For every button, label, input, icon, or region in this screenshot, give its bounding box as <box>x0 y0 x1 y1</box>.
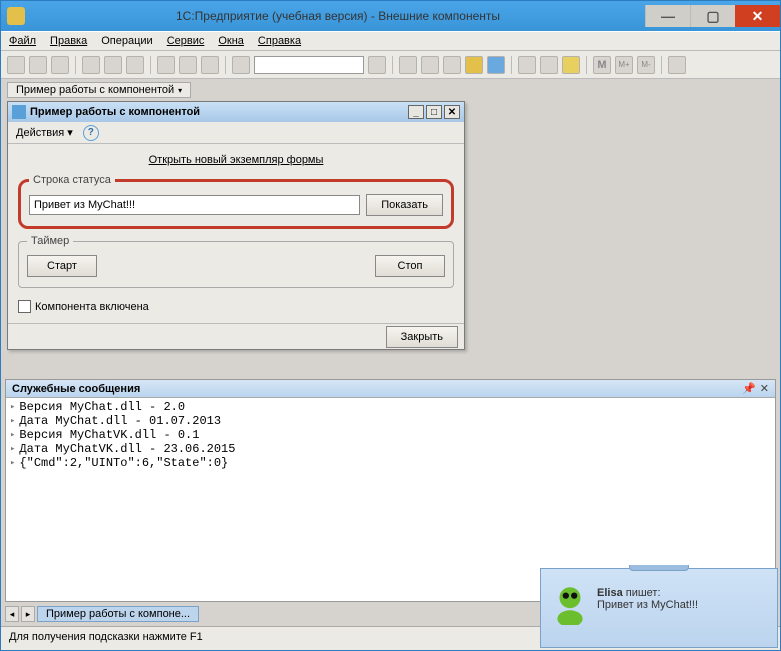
tb-tools-icon[interactable] <box>668 56 686 74</box>
chevron-down-icon: ▾ <box>178 86 182 95</box>
bottom-tab[interactable]: Пример работы с компоне... <box>37 606 199 622</box>
tb-ext1-icon[interactable] <box>399 56 417 74</box>
form-close-button[interactable]: ✕ <box>444 105 460 119</box>
tab-next-icon[interactable]: ▸ <box>21 606 35 622</box>
form-help-icon[interactable]: ? <box>83 125 99 141</box>
tb-undo-icon[interactable] <box>179 56 197 74</box>
tb-redo-icon[interactable] <box>201 56 219 74</box>
titlebar: 1С:Предприятие (учебная версия) - Внешни… <box>1 1 780 31</box>
tb-search-combo[interactable] <box>254 56 364 74</box>
messages-title: Служебные сообщения <box>12 383 140 395</box>
status-text: Для получения подсказки нажмите F1 <box>9 631 203 643</box>
tb-search-icon[interactable] <box>232 56 250 74</box>
status-group-legend: Строка статуса <box>29 174 115 186</box>
tb-calendar-icon[interactable] <box>518 56 536 74</box>
messages-pin-icon[interactable]: 📌 <box>742 382 756 395</box>
tb-copy-icon[interactable] <box>104 56 122 74</box>
form-window: Пример работы с компонентой _ □ ✕ Действ… <box>7 101 465 350</box>
messages-close-icon[interactable]: ✕ <box>760 382 769 395</box>
bottom-tab-strip: ◂ ▸ Пример работы с компоне... <box>5 604 199 624</box>
start-button[interactable]: Старт <box>27 255 97 277</box>
status-group: Строка статуса Показать <box>18 174 454 229</box>
tb-ext2-icon[interactable] <box>421 56 439 74</box>
tb-open-icon[interactable] <box>29 56 47 74</box>
close-form-button[interactable]: Закрыть <box>386 326 458 348</box>
toolbar: M M+ M- <box>1 51 780 79</box>
tb-mminus-icon[interactable]: M- <box>637 56 655 74</box>
tb-help-icon[interactable] <box>487 56 505 74</box>
tb-paste-icon[interactable] <box>126 56 144 74</box>
minimize-button[interactable]: — <box>645 5 690 27</box>
component-enabled-checkbox[interactable] <box>18 300 31 313</box>
toast-verb: пишет: <box>626 587 661 599</box>
mdi-area: Пример работы с компонентой _ □ ✕ Действ… <box>5 101 776 602</box>
tb-warn-icon[interactable] <box>562 56 580 74</box>
tb-ext3-icon[interactable] <box>443 56 461 74</box>
form-titlebar: Пример работы с компонентой _ □ ✕ <box>8 102 464 122</box>
window-title: 1С:Предприятие (учебная версия) - Внешни… <box>31 9 645 23</box>
form-title: Пример работы с компонентой <box>30 106 406 118</box>
form-actions-menu[interactable]: Действия ▾ <box>12 125 77 140</box>
tb-find-icon[interactable] <box>368 56 386 74</box>
message-line: {"Cmd":2,"UINTo":6,"State":0} <box>10 456 771 470</box>
tab-prev-icon[interactable]: ◂ <box>5 606 19 622</box>
form-toolbar: Действия ▾ ? <box>8 122 464 144</box>
menubar: Файл Правка Операции Сервис Окна Справка <box>1 31 780 51</box>
timer-group-legend: Таймер <box>27 235 73 247</box>
tb-new-icon[interactable] <box>7 56 25 74</box>
toast-text: Привет из MyChat!!! <box>597 599 698 611</box>
form-icon <box>12 105 26 119</box>
chat-toast[interactable]: Elisa пишет: Привет из MyChat!!! <box>540 568 778 648</box>
menu-help[interactable]: Справка <box>258 35 301 47</box>
open-new-instance-link[interactable]: Открыть новый экземпляр формы <box>149 154 324 166</box>
component-enabled-label: Компонента включена <box>35 301 149 313</box>
toast-name: Elisa <box>597 587 623 599</box>
tb-cut-icon[interactable] <box>82 56 100 74</box>
message-line: Дата MyChatVK.dll - 23.06.2015 <box>10 442 771 456</box>
show-button[interactable]: Показать <box>366 194 443 216</box>
tb-mplus-icon[interactable]: M+ <box>615 56 633 74</box>
tb-m-icon[interactable]: M <box>593 56 611 74</box>
menu-file[interactable]: Файл <box>9 35 36 47</box>
component-enabled-row: Компонента включена <box>16 294 456 323</box>
document-tab[interactable]: Пример работы с компонентой ▾ <box>7 82 191 98</box>
tb-1c-icon[interactable] <box>465 56 483 74</box>
avatar-icon <box>549 583 591 625</box>
menu-edit[interactable]: Правка <box>50 35 87 47</box>
document-tab-label: Пример работы с компонентой <box>16 84 174 96</box>
toast-grip-icon <box>629 565 689 571</box>
stop-button[interactable]: Стоп <box>375 255 445 277</box>
message-line: Версия MyChat.dll - 2.0 <box>10 400 771 414</box>
tab-strip: Пример работы с компонентой ▾ <box>1 79 780 101</box>
maximize-button[interactable]: ▢ <box>690 5 735 27</box>
menu-windows[interactable]: Окна <box>218 35 244 47</box>
menu-service[interactable]: Сервис <box>167 35 205 47</box>
menu-operations[interactable]: Операции <box>101 35 152 47</box>
message-line: Дата MyChat.dll - 01.07.2013 <box>10 414 771 428</box>
tb-save-icon[interactable] <box>51 56 69 74</box>
form-maximize-button[interactable]: □ <box>426 105 442 119</box>
timer-group: Таймер Старт Стоп <box>18 235 454 288</box>
tb-print-icon[interactable] <box>157 56 175 74</box>
tb-calc-icon[interactable] <box>540 56 558 74</box>
message-line: Версия MyChatVK.dll - 0.1 <box>10 428 771 442</box>
status-input[interactable] <box>29 195 360 215</box>
close-button[interactable]: ✕ <box>735 5 780 27</box>
app-icon <box>7 7 25 25</box>
app-window: 1С:Предприятие (учебная версия) - Внешни… <box>0 0 781 651</box>
form-minimize-button[interactable]: _ <box>408 105 424 119</box>
